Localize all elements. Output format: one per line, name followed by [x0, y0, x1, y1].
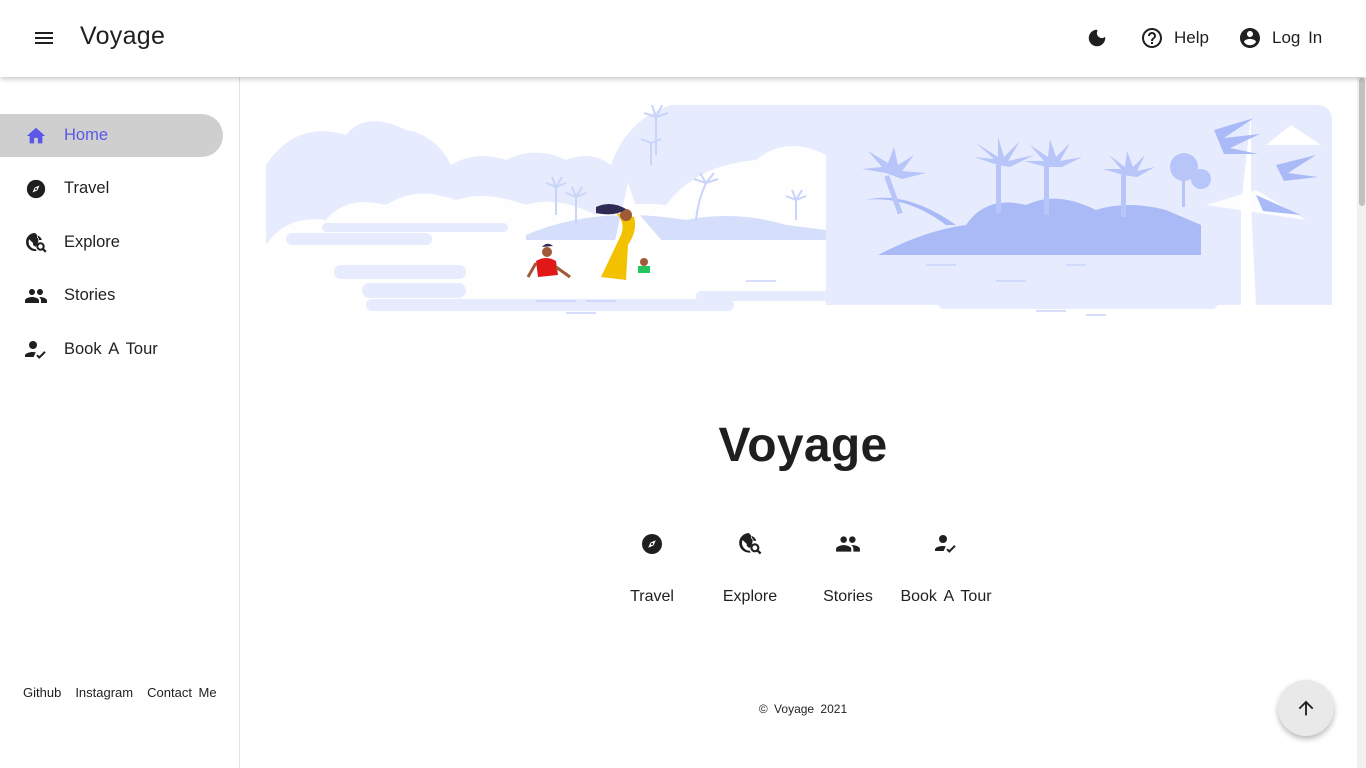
menu-button[interactable]: [26, 20, 62, 56]
compass-icon: [638, 530, 666, 558]
sidebar-item-stories[interactable]: Stories: [0, 274, 223, 317]
sidebar-item-label: Book A Tour: [64, 340, 158, 358]
moon-icon: [1088, 29, 1106, 47]
help-button[interactable]: Help: [1140, 22, 1209, 54]
how-to-reg-icon: [932, 530, 960, 558]
theme-toggle-button[interactable]: [1082, 22, 1112, 54]
island-sailboat-illustration: [266, 105, 1332, 361]
quick-link-label: Travel: [630, 588, 674, 605]
sidebar-item-label: Explore: [64, 233, 120, 251]
account-circle-icon: [1240, 28, 1260, 48]
sidebar-item-explore[interactable]: Explore: [0, 221, 223, 264]
page-title: Voyage: [718, 419, 888, 472]
sidebar-item-book-a-tour[interactable]: Book A Tour: [0, 328, 223, 371]
quick-links: Travel Explore Stories Book A Tour: [603, 530, 995, 606]
home-icon: [24, 124, 48, 148]
copyright-text: © Voyage 2021: [758, 702, 848, 716]
login-label: Log In: [1272, 28, 1323, 47]
contact-me-link[interactable]: Contact Me: [147, 685, 216, 700]
quick-link-travel[interactable]: Travel: [603, 530, 701, 606]
sidebar-item-travel[interactable]: Travel: [0, 167, 223, 210]
quick-link-label: Explore: [722, 588, 778, 605]
sidebar-footer: Github Instagram Contact Me: [23, 685, 217, 700]
people-icon: [24, 284, 48, 308]
scrollbar-thumb[interactable]: [1359, 78, 1365, 206]
sidebar-item-label: Home: [64, 126, 109, 144]
travel-explore-icon: [24, 231, 48, 255]
instagram-link[interactable]: Instagram: [75, 685, 133, 700]
quick-link-label: Stories: [823, 588, 873, 605]
quick-link-book-a-tour[interactable]: Book A Tour: [897, 530, 995, 606]
sidebar-item-label: Travel: [64, 179, 110, 197]
app-title[interactable]: Voyage: [80, 22, 165, 51]
compass-icon: [24, 177, 48, 201]
hero-illustration: [266, 105, 1332, 361]
quick-link-stories[interactable]: Stories: [799, 530, 897, 606]
app-bar: Voyage Help Log In: [0, 0, 1366, 77]
travel-explore-icon: [736, 530, 764, 558]
login-button[interactable]: Log In: [1238, 22, 1322, 54]
arrow-up-icon: [1298, 700, 1314, 716]
people-icon: [834, 530, 862, 558]
help-circle-icon: [1142, 28, 1162, 48]
quick-link-explore[interactable]: Explore: [701, 530, 799, 606]
help-label: Help: [1174, 28, 1209, 47]
github-link[interactable]: Github: [23, 685, 61, 700]
scroll-to-top-button[interactable]: [1278, 680, 1334, 736]
quick-link-label: Book A Tour: [900, 588, 992, 605]
sidebar-item-home[interactable]: Home: [0, 114, 223, 157]
sidebar-item-label: Stories: [64, 286, 116, 304]
how-to-reg-icon: [24, 338, 48, 362]
menu-icon: [35, 32, 53, 44]
